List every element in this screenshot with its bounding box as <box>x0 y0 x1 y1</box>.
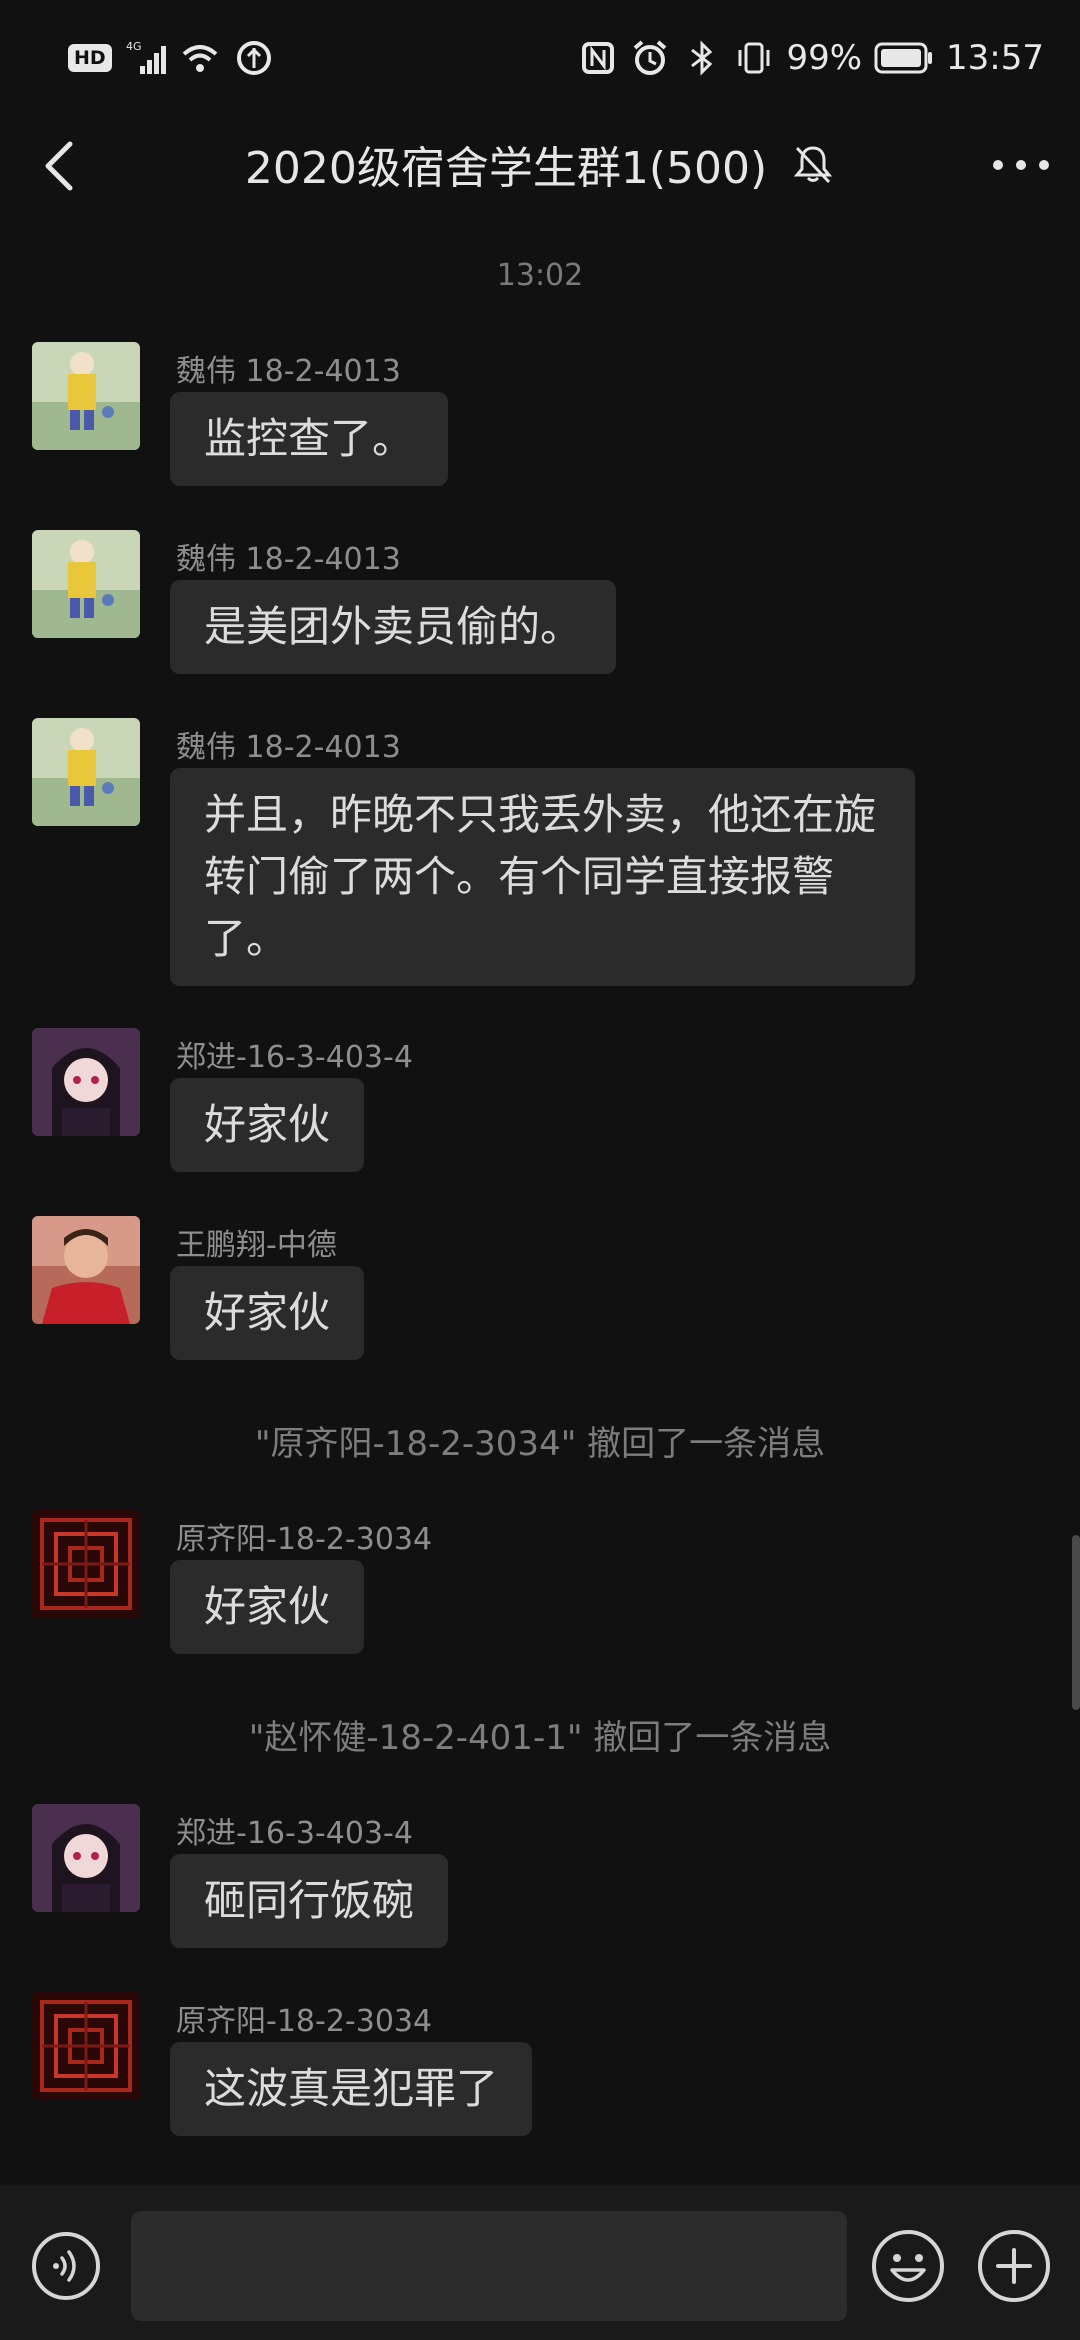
bell-off-icon <box>793 146 833 184</box>
status-left: HD 4G <box>68 38 274 78</box>
plus-icon[interactable] <box>976 2228 1052 2304</box>
avatar-anime-girl[interactable] <box>32 530 140 638</box>
avatar-red-jersey[interactable] <box>32 1216 140 1324</box>
network-label: 4G <box>126 40 142 53</box>
avatar-anime-girl[interactable] <box>32 718 140 826</box>
message-bubble[interactable]: 并且，昨晚不只我丢外卖，他还在旋转门偷了两个。有个同学直接报警了。 <box>170 768 915 986</box>
message-input[interactable] <box>131 2211 847 2321</box>
status-right: 99% 13:57 <box>578 38 1044 78</box>
header-title-group: 2020级宿舍学生群1(500) <box>0 132 1080 196</box>
message-bubble[interactable]: 好家伙 <box>170 1266 365 1360</box>
avatar-purple-anime[interactable] <box>32 1028 140 1136</box>
chat-list[interactable]: 13:02 魏伟 18-2-4013 监控查了。 魏伟 18-2-4013 是美… <box>0 240 1080 2180</box>
voice-icon[interactable] <box>30 2230 102 2302</box>
sender-name: 原齐阳-18-2-3034 <box>176 1522 433 1557</box>
message-bubble[interactable]: 好家伙 <box>170 1078 365 1172</box>
vibrate-icon <box>738 42 770 74</box>
scrollbar[interactable] <box>1072 1535 1080 1710</box>
sender-name: 原齐阳-18-2-3034 <box>176 2004 433 2039</box>
avatar-red-pattern[interactable] <box>32 1992 140 2100</box>
avatar-anime-girl[interactable] <box>32 342 140 450</box>
status-time: 13:57 <box>946 38 1044 78</box>
hd-icon: HD <box>68 44 112 72</box>
recall-notice: "赵怀健-18-2-401-1" 撤回了一条消息 <box>248 1718 832 1758</box>
more-dots-icon[interactable] <box>986 140 1056 190</box>
sender-name: 郑进-16-3-403-4 <box>176 1040 413 1075</box>
chat-timestamp: 13:02 <box>496 258 584 293</box>
battery-percent: 99% <box>786 38 863 78</box>
sender-name: 魏伟 18-2-4013 <box>176 542 401 577</box>
signal-icon: 4G <box>126 40 166 74</box>
message-bubble[interactable]: 好家伙 <box>170 1560 365 1654</box>
wifi-icon <box>182 45 218 72</box>
message-bubble[interactable]: 这波真是犯罪了 <box>170 2042 533 2136</box>
emoji-icon[interactable] <box>870 2228 946 2304</box>
sender-name: 魏伟 18-2-4013 <box>176 354 401 389</box>
message-bubble[interactable]: 砸同行饭碗 <box>170 1854 449 1948</box>
message-bubble[interactable]: 是美团外卖员偷的。 <box>170 580 617 674</box>
page-title: 2020级宿舍学生群1(500) <box>244 143 768 194</box>
battery-icon <box>874 42 933 74</box>
avatar-red-pattern[interactable] <box>32 1510 140 1618</box>
message-bubble[interactable]: 监控查了。 <box>170 392 449 486</box>
avatar-purple-anime[interactable] <box>32 1804 140 1912</box>
sender-name: 魏伟 18-2-4013 <box>176 730 401 765</box>
sender-name: 王鹏翔-中德 <box>176 1228 337 1263</box>
alarm-icon <box>634 40 667 75</box>
data-saver-icon <box>236 41 271 75</box>
recall-notice: "原齐阳-18-2-3034" 撤回了一条消息 <box>254 1424 826 1464</box>
bluetooth-icon <box>691 40 713 76</box>
sender-name: 郑进-16-3-403-4 <box>176 1816 413 1851</box>
nfc-icon <box>582 42 615 74</box>
status-bar: HD 4G 99% 13:57 <box>0 0 1080 120</box>
